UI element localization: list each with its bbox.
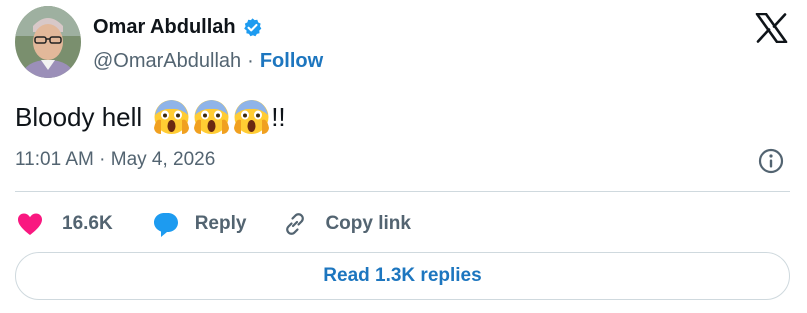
reply-bubble-icon [151,209,181,239]
reply-label: Reply [194,213,247,234]
tweet-timestamp[interactable]: 11:01 AM · May 4, 2026 [15,149,215,171]
follow-button[interactable]: Follow [260,50,323,73]
author-handle[interactable]: @OmarAbdullah [93,50,241,73]
tweet-text-suffix: !! [271,101,286,132]
author-name-row: Omar Abdullah [93,14,263,40]
x-logo-icon[interactable] [755,13,788,43]
link-icon [282,211,308,237]
divider [15,191,790,192]
emoji-group [152,98,271,136]
tweet-text-body: Bloody hell [15,101,143,132]
tweet-text: Bloody hell !! [15,98,286,136]
like-button[interactable]: 16.6K [15,209,113,239]
copy-link-button[interactable]: Copy link [282,211,411,237]
separator-dot: · [247,49,254,72]
face-screaming-in-fear-icon [152,98,191,136]
avatar[interactable] [15,6,81,78]
face-screaming-in-fear-icon [232,98,271,136]
reply-button[interactable]: Reply [151,209,247,239]
copy-link-label: Copy link [325,213,411,234]
action-bar: 16.6K Reply Copy link [15,205,411,243]
heart-icon [15,209,45,239]
verified-badge-icon [242,17,263,38]
tweet-card: Omar Abdullah @OmarAbdullah · Follow Blo… [0,0,807,313]
author-name[interactable]: Omar Abdullah [93,16,236,39]
info-icon[interactable] [757,147,785,175]
read-replies-button[interactable]: Read 1.3K replies [15,252,790,300]
author-handle-row: @OmarAbdullah · Follow [93,47,323,75]
like-count: 16.6K [62,213,113,234]
face-screaming-in-fear-icon [192,98,231,136]
